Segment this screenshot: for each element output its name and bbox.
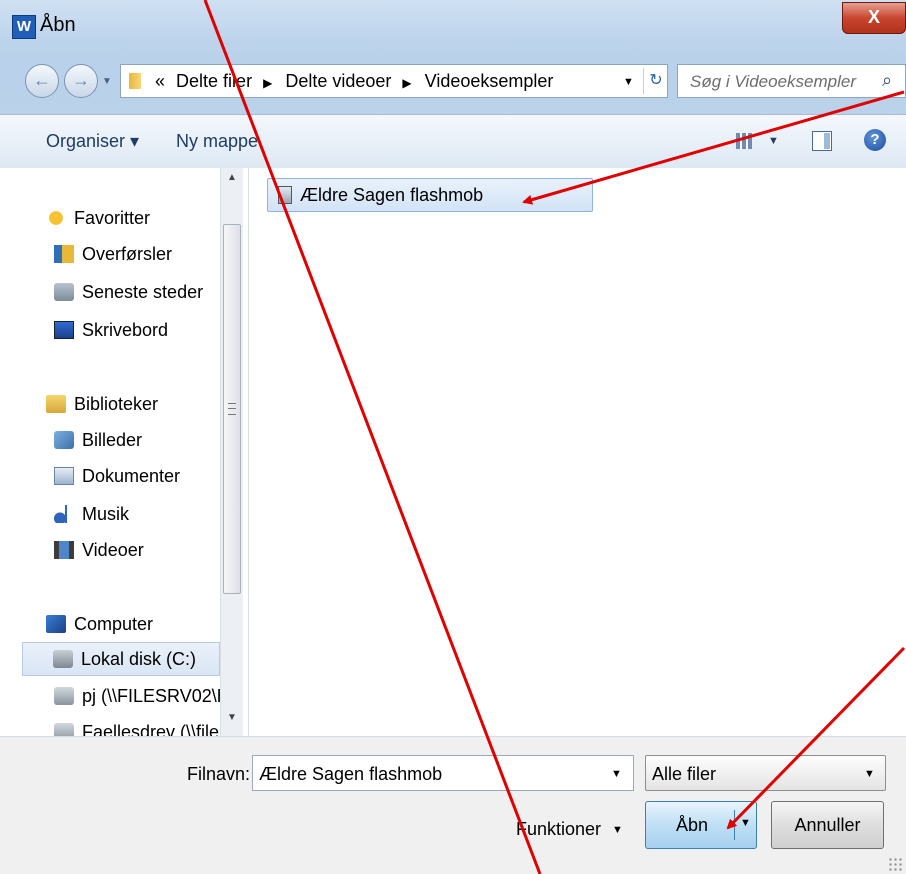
local-disk-icon	[53, 650, 73, 668]
resize-grip-icon[interactable]	[888, 857, 902, 871]
folder-icon	[129, 73, 141, 89]
close-button[interactable]: X	[842, 2, 906, 34]
arrow-left-icon: ←	[33, 70, 51, 90]
open-options-dropdown-icon[interactable]: ▼	[740, 817, 751, 829]
help-icon[interactable]: ?	[864, 129, 886, 151]
scroll-down-icon[interactable]: ▼	[221, 712, 243, 728]
dialog-footer: Filnavn: Ældre Sagen flashmob ▼ Alle fil…	[0, 736, 906, 874]
filename-value: Ældre Sagen flashmob	[259, 764, 443, 784]
chevron-down-icon[interactable]: ▼	[611, 768, 622, 780]
navigation-pane: Favoritter Overførsler Seneste steder Sk…	[0, 168, 249, 736]
desktop-icon	[54, 321, 74, 339]
file-name: Ældre Sagen flashmob	[300, 185, 484, 205]
recent-locations-dropdown[interactable]: ▼	[102, 76, 112, 87]
breadcrumb-item-delte-filer[interactable]: Delte filer	[176, 71, 252, 91]
breadcrumb-separator[interactable]: ▶	[263, 76, 272, 90]
organize-button[interactable]: Organiser ▾	[46, 131, 139, 152]
file-item[interactable]: Ældre Sagen flashmob	[267, 178, 593, 212]
cancel-button-label: Annuller	[794, 815, 861, 835]
command-bar: Organiser ▾ Ny mappe ▼ ?	[0, 114, 906, 170]
nav-item-seneste-steder[interactable]: Seneste steder	[54, 282, 203, 316]
breadcrumb-overflow[interactable]: «	[155, 71, 165, 91]
back-button[interactable]: ←	[25, 64, 59, 98]
filename-input[interactable]: Ældre Sagen flashmob ▼	[252, 755, 634, 791]
file-list: Ældre Sagen flashmob	[249, 168, 906, 736]
word-app-icon: W	[12, 15, 36, 39]
dialog-title: Åbn	[40, 14, 76, 36]
nav-item-lokal-disk[interactable]: Lokal disk (C:)	[22, 642, 220, 676]
filetype-select[interactable]: Alle filer ▼	[645, 755, 886, 791]
nav-item-billeder[interactable]: Billeder	[54, 430, 142, 464]
search-icon[interactable]: ⌕	[882, 70, 892, 91]
open-button-label: Åbn	[676, 815, 709, 835]
breadcrumb: « Delte filer ▶ Delte videoer ▶ Videoeks…	[155, 71, 559, 92]
chevron-down-icon[interactable]: ▼	[612, 824, 623, 836]
scroll-up-icon[interactable]: ▲	[221, 172, 243, 188]
scrollbar-thumb[interactable]	[223, 224, 241, 594]
split-divider	[734, 810, 735, 840]
breadcrumb-separator[interactable]: ▶	[402, 76, 411, 90]
address-bar[interactable]: « Delte filer ▶ Delte videoer ▶ Videoeks…	[120, 64, 668, 98]
computer-icon	[46, 615, 66, 633]
new-folder-button[interactable]: Ny mappe	[176, 131, 258, 152]
view-dropdown-icon[interactable]: ▼	[768, 135, 779, 147]
search-input[interactable]: Søg i Videoeksempler ⌕	[677, 64, 906, 98]
open-file-dialog: W Åbn X ← → ▼ « Delte filer ▶ Delte vide…	[0, 0, 906, 874]
network-drive-icon	[54, 723, 74, 736]
refresh-icon[interactable]: ↻	[643, 68, 668, 94]
music-icon	[54, 505, 74, 523]
breadcrumb-item-delte-videoer[interactable]: Delte videoer	[285, 71, 391, 91]
nav-item-dokumenter[interactable]: Dokumenter	[54, 466, 180, 500]
forward-button[interactable]: →	[64, 64, 98, 98]
star-icon	[46, 209, 66, 227]
preview-pane-icon[interactable]	[812, 131, 832, 151]
videos-icon	[54, 541, 74, 559]
breadcrumb-item-videoeksempler[interactable]: Videoeksempler	[425, 71, 554, 91]
chevron-down-icon[interactable]: ▼	[864, 768, 875, 780]
nav-item-videoer[interactable]: Videoer	[54, 540, 144, 574]
nav-item-biblioteker[interactable]: Biblioteker	[46, 394, 158, 428]
nav-item-faellesdrev[interactable]: Faellesdrev (\\file	[54, 722, 219, 736]
grip-icon	[228, 403, 236, 415]
title-bar[interactable]: W Åbn X	[0, 0, 906, 44]
nav-scrollbar[interactable]: ▲ ▼	[220, 168, 243, 736]
nav-item-pj-drive[interactable]: pj (\\FILESRV02\H	[54, 686, 230, 720]
cancel-button[interactable]: Annuller	[771, 801, 884, 849]
downloads-folder-icon	[54, 245, 74, 263]
recent-places-icon	[54, 283, 74, 301]
libraries-icon	[46, 395, 66, 413]
address-dropdown-icon[interactable]: ▼	[623, 76, 634, 88]
nav-item-musik[interactable]: Musik	[54, 504, 129, 538]
filename-label: Filnavn:	[187, 764, 251, 784]
nav-item-skrivebord[interactable]: Skrivebord	[54, 320, 168, 354]
filetype-value: Alle filer	[652, 764, 717, 784]
documents-icon	[54, 467, 74, 485]
network-drive-icon	[54, 687, 74, 705]
pictures-icon	[54, 431, 74, 449]
arrow-right-icon: →	[72, 70, 90, 90]
nav-item-overforsler[interactable]: Overførsler	[54, 244, 172, 278]
functions-menu-button[interactable]: Funktioner	[516, 819, 601, 840]
video-file-icon	[278, 186, 292, 204]
search-placeholder: Søg i Videoeksempler	[690, 72, 856, 91]
nav-item-favoritter[interactable]: Favoritter	[46, 208, 150, 242]
view-options-icon[interactable]	[736, 133, 752, 149]
open-button[interactable]: Åbn ▼	[645, 801, 757, 849]
